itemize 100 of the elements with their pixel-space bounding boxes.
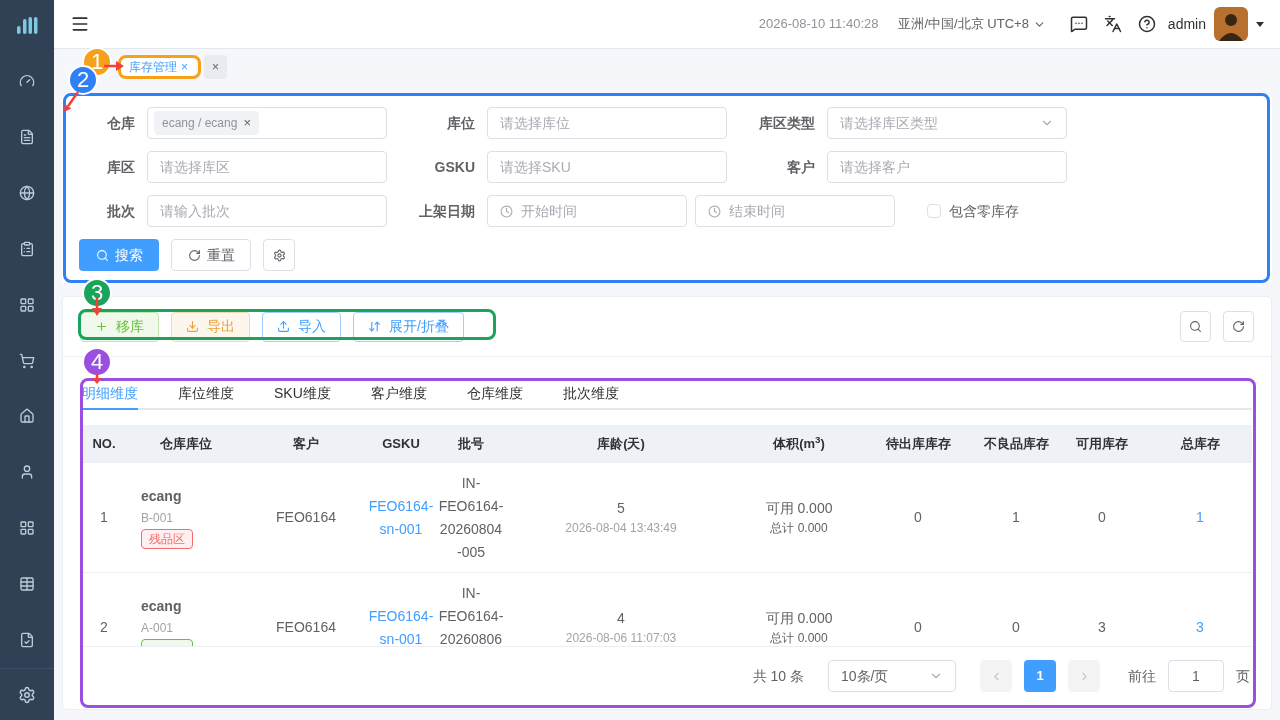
total-volume: 总计 0.000 bbox=[770, 520, 828, 537]
batch-number: IN- bbox=[461, 473, 481, 493]
date-field[interactable]: 开始时间 bbox=[487, 195, 687, 227]
view-tab[interactable]: 批次维度 bbox=[562, 384, 619, 410]
page-size-select[interactable]: 10条/页 bbox=[828, 660, 956, 692]
page-suffix: 页 bbox=[1236, 666, 1250, 686]
input-field[interactable]: 请输入批次 bbox=[147, 195, 387, 227]
table-cell: 0 bbox=[1012, 619, 1020, 635]
zone-tag: 残品区 bbox=[141, 529, 193, 549]
total-link[interactable]: 3 bbox=[1196, 619, 1204, 635]
input-field[interactable]: 请选择客户 bbox=[827, 151, 1067, 183]
settings-icon bbox=[272, 248, 286, 262]
batch-number: -005 bbox=[457, 542, 485, 562]
table-cell: 2 bbox=[100, 619, 108, 635]
help-icon[interactable] bbox=[1137, 15, 1156, 33]
column-header: 体积(m$^{3}$) bbox=[773, 433, 825, 453]
cart-icon[interactable] bbox=[19, 352, 35, 369]
select-field[interactable]: 请选择库区类型 bbox=[827, 107, 1067, 139]
table-cell: 3 bbox=[1098, 619, 1106, 635]
document-check-icon[interactable] bbox=[19, 632, 35, 649]
upload-icon bbox=[277, 320, 290, 333]
table-cell: 1 bbox=[100, 509, 108, 525]
input-field[interactable]: 请选择SKU bbox=[487, 151, 727, 183]
plus-icon bbox=[95, 320, 108, 333]
age-days: 5 bbox=[617, 498, 625, 519]
document-icon[interactable] bbox=[19, 128, 35, 145]
table-cell: 0 bbox=[1098, 509, 1106, 525]
field-label: 上架日期 bbox=[418, 201, 476, 221]
grid-icon[interactable] bbox=[19, 520, 35, 537]
sku-link[interactable]: sn-001 bbox=[379, 517, 423, 541]
input-field[interactable]: 请选择库位 bbox=[487, 107, 727, 139]
view-tab[interactable]: 客户维度 bbox=[370, 384, 427, 410]
menu-icon[interactable] bbox=[70, 14, 90, 34]
column-header: GSKU bbox=[382, 434, 420, 453]
batch-number: IN- bbox=[461, 583, 481, 603]
warehouse-name: ecang bbox=[141, 487, 182, 506]
table-cell: FEO6164 bbox=[276, 509, 336, 525]
pointer-arrow bbox=[92, 298, 102, 316]
available-volume: 可用 0.000 bbox=[765, 499, 833, 518]
column-header: 库龄(天) bbox=[597, 434, 645, 453]
view-tab[interactable]: 仓库维度 bbox=[466, 384, 523, 410]
view-tab[interactable]: SKU维度 bbox=[274, 384, 331, 410]
total-link[interactable]: 1 bbox=[1196, 509, 1204, 525]
checkbox[interactable] bbox=[927, 204, 941, 218]
pointer-arrow bbox=[104, 61, 124, 71]
logo-icon[interactable] bbox=[16, 15, 38, 35]
list-icon[interactable] bbox=[19, 240, 35, 257]
tab-close[interactable]: × bbox=[181, 57, 188, 76]
reset-button[interactable]: 重置 bbox=[171, 239, 251, 271]
tag-close[interactable]: × bbox=[243, 113, 251, 133]
search-button[interactable] bbox=[1180, 311, 1211, 342]
location-code: A-001 bbox=[141, 620, 174, 637]
batch-number: 20260804 bbox=[439, 519, 503, 539]
view-tab[interactable]: 库位维度 bbox=[178, 384, 234, 410]
chat-icon[interactable] bbox=[1069, 15, 1088, 33]
sort-icon bbox=[368, 320, 381, 333]
username[interactable]: admin bbox=[1167, 13, 1206, 35]
warehouse-name: ecang bbox=[141, 597, 182, 616]
gauge-icon[interactable] bbox=[19, 72, 35, 89]
column-header: 批号 bbox=[458, 434, 484, 453]
column-header: 待出库库存 bbox=[885, 434, 951, 453]
column-header: 总库存 bbox=[1180, 434, 1220, 453]
settings-button[interactable] bbox=[263, 239, 295, 271]
table-icon[interactable] bbox=[19, 576, 35, 593]
sku-link[interactable]: FEO6164- bbox=[368, 494, 434, 518]
field-label: 库区类型 bbox=[758, 113, 816, 133]
view-tab[interactable]: 明细维度 bbox=[82, 384, 138, 410]
search-icon bbox=[95, 248, 109, 262]
goto-label: 前往 bbox=[1128, 666, 1156, 686]
column-header: 客户 bbox=[293, 434, 319, 453]
home-icon[interactable] bbox=[19, 408, 35, 425]
user-icon[interactable] bbox=[19, 464, 35, 481]
page-number-field[interactable]: 1 bbox=[1168, 660, 1224, 692]
sku-link[interactable]: sn-001 bbox=[379, 627, 423, 646]
globe-icon[interactable] bbox=[19, 184, 35, 201]
avatar[interactable] bbox=[1214, 7, 1248, 41]
input-field[interactable]: 请选择库区 bbox=[147, 151, 387, 183]
table-cell: 0 bbox=[914, 619, 922, 635]
page-button[interactable]: 1 bbox=[1024, 660, 1056, 692]
age-days: 4 bbox=[617, 608, 625, 629]
search-icon bbox=[1189, 320, 1202, 333]
warehouse-select[interactable]: ecang / ecang × bbox=[147, 107, 387, 139]
caret-icon[interactable] bbox=[1256, 21, 1264, 27]
grid-icon[interactable] bbox=[19, 296, 35, 313]
search-button[interactable]: 搜索 bbox=[79, 239, 159, 271]
refresh-icon bbox=[187, 248, 201, 262]
field-label: 仓库 bbox=[106, 113, 136, 133]
inbound-time: 2026-08-06 11:07:03 bbox=[565, 630, 677, 646]
field-label: 库区 bbox=[106, 157, 136, 177]
settings-icon[interactable] bbox=[18, 685, 36, 704]
total-volume: 总计 0.000 bbox=[770, 630, 828, 646]
timezone-select[interactable]: 亚洲/中国/北京 UTC+8 bbox=[898, 14, 1046, 34]
translate-icon[interactable] bbox=[1103, 15, 1122, 33]
tab-close[interactable]: × bbox=[212, 57, 220, 76]
table-cell: 0 bbox=[914, 509, 922, 525]
refresh-button[interactable] bbox=[1223, 311, 1254, 342]
sku-link[interactable]: FEO6164- bbox=[368, 604, 434, 628]
page-tab[interactable]: × bbox=[204, 54, 228, 79]
inbound-time: 2026-08-04 13:43:49 bbox=[565, 520, 677, 537]
date-field[interactable]: 结束时间 bbox=[695, 195, 895, 227]
